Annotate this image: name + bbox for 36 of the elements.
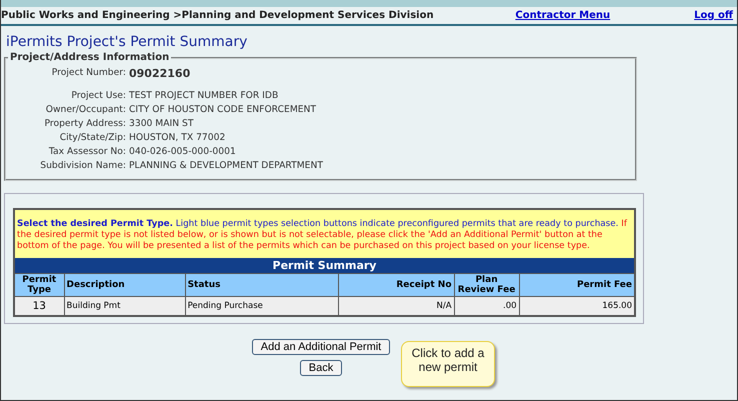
column-header: Status [185,274,339,296]
logout-link[interactable]: Log off [694,10,733,21]
field-value: HOUSTON, TX 77002 [129,132,226,143]
column-header: Plan Review Fee [454,274,520,296]
table-cell: .00 [454,296,520,316]
field-label: Project Number: [50,67,126,80]
table-cell: Pending Purchase [185,296,339,316]
field-value: 3300 MAIN ST [129,118,194,129]
field-value: 09022160 [129,67,192,80]
field-label: City/State/Zip: [58,132,126,143]
page-title: iPermits Project's Permit Summary [6,34,248,50]
column-header: Receipt No [338,274,454,296]
table-cell: 165.00 [519,296,635,316]
breadcrumb: Public Works and Engineering >Planning and Development Services Division [1,10,435,21]
field-label: Subdivision Name: [39,160,126,171]
field-label: Tax Assessor No: [48,146,126,157]
table-cell: 13 [14,296,64,316]
field-value: TEST PROJECT NUMBER FOR IDB [129,90,280,101]
section-legend: Project/Address Information [8,52,172,63]
table-caption: Permit Summary [14,258,635,274]
back-button[interactable]: Back [300,360,342,376]
column-header: Permit Type [14,274,64,296]
add-permit-button[interactable]: Add an Additional Permit [252,339,390,355]
callout-tooltip: Click to add a new permit [401,341,495,387]
column-header: Permit Fee [519,274,635,296]
notice-text: Select the desired Permit Type. Light blue permit types selection buttons indicate preconfigured permits that are ready to purchase. If the desired permit type is not listed below, or is shown but is not selectable, please click the 'Add an Additional Permit' button at the bottom of the page. You will be presented a list of the permits which can be purchased on this project based on your license type. [13,208,636,258]
field-label: Property Address: [44,118,126,129]
menu-link[interactable]: Contractor Menu [515,10,610,21]
column-header: Description [64,274,186,296]
table-cell: N/A [338,296,454,316]
table-cell: Building Pmt [64,296,186,316]
field-value: CITY OF HOUSTON CODE ENFORCEMENT [129,104,318,115]
field-value: PLANNING & DEVELOPMENT DEPARTMENT [129,160,324,171]
field-label: Project Use: [70,90,126,101]
field-value: 040-026-005-000-0001 [129,146,237,157]
field-label: Owner/Occupant: [44,104,126,115]
